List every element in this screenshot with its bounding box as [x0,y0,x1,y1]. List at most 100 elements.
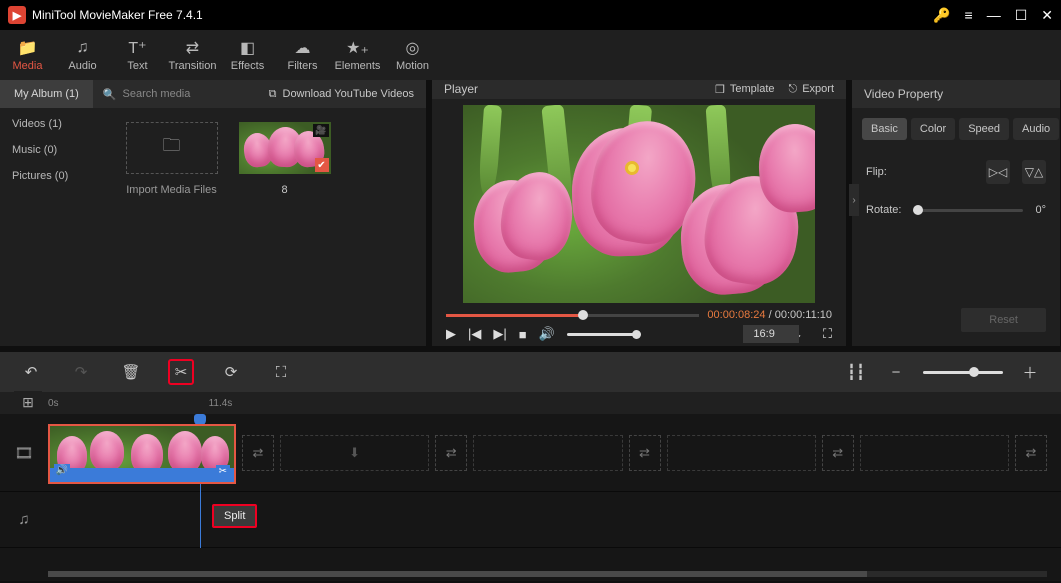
volume-slider[interactable] [567,333,637,336]
empty-clip-slot[interactable] [667,435,816,471]
media-item-badge: 8 [281,184,287,196]
rotate-value: 0° [1035,204,1046,216]
timeline: ⊞ 0s 11.4s 🎞 🔊 ✂ [0,392,1061,581]
flip-horizontal-button[interactable]: ▷◁ [986,160,1010,184]
sidebar-item-pictures[interactable]: Pictures (0) [12,170,98,182]
speaker-icon: 🔊 [54,464,70,478]
template-button[interactable]: ❒Template [715,83,775,96]
album-panel: My Album (1) 🔍Search media ⧉Download You… [0,80,426,346]
media-item[interactable]: 🎥 ✔ 8 [237,122,332,196]
search-input[interactable]: 🔍Search media [93,88,243,101]
flip-vertical-button[interactable]: ▽△ [1022,160,1046,184]
zoom-in-button[interactable]: ＋ [1017,359,1043,385]
transition-icon: ⇄ [186,38,199,58]
music-note-icon: ♫ [77,38,89,58]
toolbar-transition[interactable]: ⇄Transition [165,34,220,76]
import-media-tile[interactable]: 🗀 Import Media Files [124,122,219,196]
checkmark-icon: ✔ [315,158,329,172]
search-icon: 🔍 [103,88,117,101]
timeline-toolbar: ↶ ↷ 🗑 ✂ ⟳ ⛶ ┇┇ − ＋ [0,352,1061,392]
crop-button[interactable]: ⛶ [268,359,294,385]
zoom-out-button[interactable]: − [883,359,909,385]
prev-frame-button[interactable]: |◀ [468,326,481,342]
download-youtube-button[interactable]: ⧉Download YouTube Videos [269,88,426,101]
property-panel: Video Property Basic Color Speed Audio F… [852,80,1060,346]
timeline-scrollbar[interactable] [48,571,1047,577]
toolbar-elements[interactable]: ★₊Elements [330,34,385,76]
hamburger-icon[interactable]: ≡ [965,7,973,23]
close-button[interactable]: ✕ [1041,7,1053,24]
panel-collapse-button[interactable]: › [849,184,859,216]
elements-icon: ★₊ [346,38,369,58]
album-tab[interactable]: My Album (1) [0,80,93,108]
download-icon: ⧉ [269,88,277,101]
export-icon: ⎋ [789,83,798,96]
main-toolbar: 📁Media ♫Audio T⁺Text ⇄Transition ◧Effect… [0,30,1061,80]
scissors-icon[interactable]: ✂ [216,465,230,478]
toolbar-filters[interactable]: ☁Filters [275,34,330,76]
transition-slot[interactable]: ⇄ [1015,435,1047,471]
toolbar-effects[interactable]: ◧Effects [220,34,275,76]
motion-icon: ◎ [406,38,420,58]
timeline-ruler[interactable]: 0s 11.4s [0,392,1061,414]
transition-slot[interactable]: ⇄ [435,435,467,471]
property-tab-basic[interactable]: Basic [862,118,907,140]
stop-button[interactable]: ■ [519,327,527,342]
play-button[interactable]: ▶ [446,326,456,342]
key-icon[interactable]: 🔑 [933,7,950,24]
zoom-slider[interactable] [923,371,1003,374]
rotate-slider[interactable] [913,209,1023,212]
empty-clip-slot[interactable]: ⬇ [280,435,429,471]
toolbar-text[interactable]: T⁺Text [110,34,165,76]
add-track-button[interactable]: ⊞ [14,391,42,413]
property-tab-audio[interactable]: Audio [1013,118,1059,140]
flip-label: Flip: [866,166,887,178]
layers-icon: ❒ [715,83,725,96]
export-button[interactable]: ⎋Export [789,83,835,96]
empty-clip-slot[interactable] [473,435,622,471]
transition-slot[interactable]: ⇄ [629,435,661,471]
next-frame-button[interactable]: ▶| [493,326,506,342]
preview-viewport[interactable] [463,105,815,303]
folder-icon: 📁 [18,38,38,58]
volume-icon[interactable]: 🔊 [539,326,555,342]
delete-button[interactable]: 🗑 [118,359,144,385]
title-bar: ▶ MiniTool MovieMaker Free 7.4.1 🔑 ≡ — ☐… [0,0,1061,30]
sidebar-item-music[interactable]: Music (0) [12,144,98,156]
property-tab-speed[interactable]: Speed [959,118,1009,140]
fit-button[interactable]: ┇┇ [843,359,869,385]
undo-button[interactable]: ↶ [18,359,44,385]
empty-clip-slot[interactable] [860,435,1009,471]
scrub-slider[interactable] [446,314,699,317]
sidebar-item-videos[interactable]: Videos (1) [12,118,98,130]
property-tab-color[interactable]: Color [911,118,955,140]
text-icon: T⁺ [128,38,146,58]
filters-icon: ☁ [295,38,311,58]
speed-button[interactable]: ⟳ [218,359,244,385]
fullscreen-button[interactable]: ⛶ [823,326,832,342]
video-icon: 🎥 [313,124,328,137]
folder-icon: 🗀 [163,133,181,163]
transition-slot[interactable]: ⇄ [242,435,274,471]
split-button[interactable]: ✂ [168,359,194,385]
rotate-label: Rotate: [866,204,901,216]
property-title: Video Property [864,87,943,101]
app-logo-icon: ▶ [8,6,26,24]
redo-button[interactable]: ↷ [68,359,94,385]
app-title: MiniTool MovieMaker Free 7.4.1 [32,8,933,22]
player-title: Player [444,82,478,96]
album-sidebar: Videos (1) Music (0) Pictures (0) [0,108,110,346]
maximize-button[interactable]: ☐ [1015,7,1028,24]
minimize-button[interactable]: — [987,7,1001,23]
aspect-ratio-select[interactable]: 16:9 [743,325,798,343]
toolbar-media[interactable]: 📁Media [0,34,55,76]
timecode: 00:00:08:24 / 00:00:11:10 [707,309,832,321]
player-panel: Player ❒Template ⎋Export [432,80,846,346]
reset-button[interactable]: Reset [961,308,1046,332]
toolbar-motion[interactable]: ◎Motion [385,34,440,76]
transition-slot[interactable]: ⇄ [822,435,854,471]
toolbar-audio[interactable]: ♫Audio [55,34,110,76]
timeline-clip[interactable]: 🔊 ✂ [48,424,236,484]
video-track-icon: 🎞 [0,444,48,462]
audio-track-icon: ♫ [0,511,48,528]
